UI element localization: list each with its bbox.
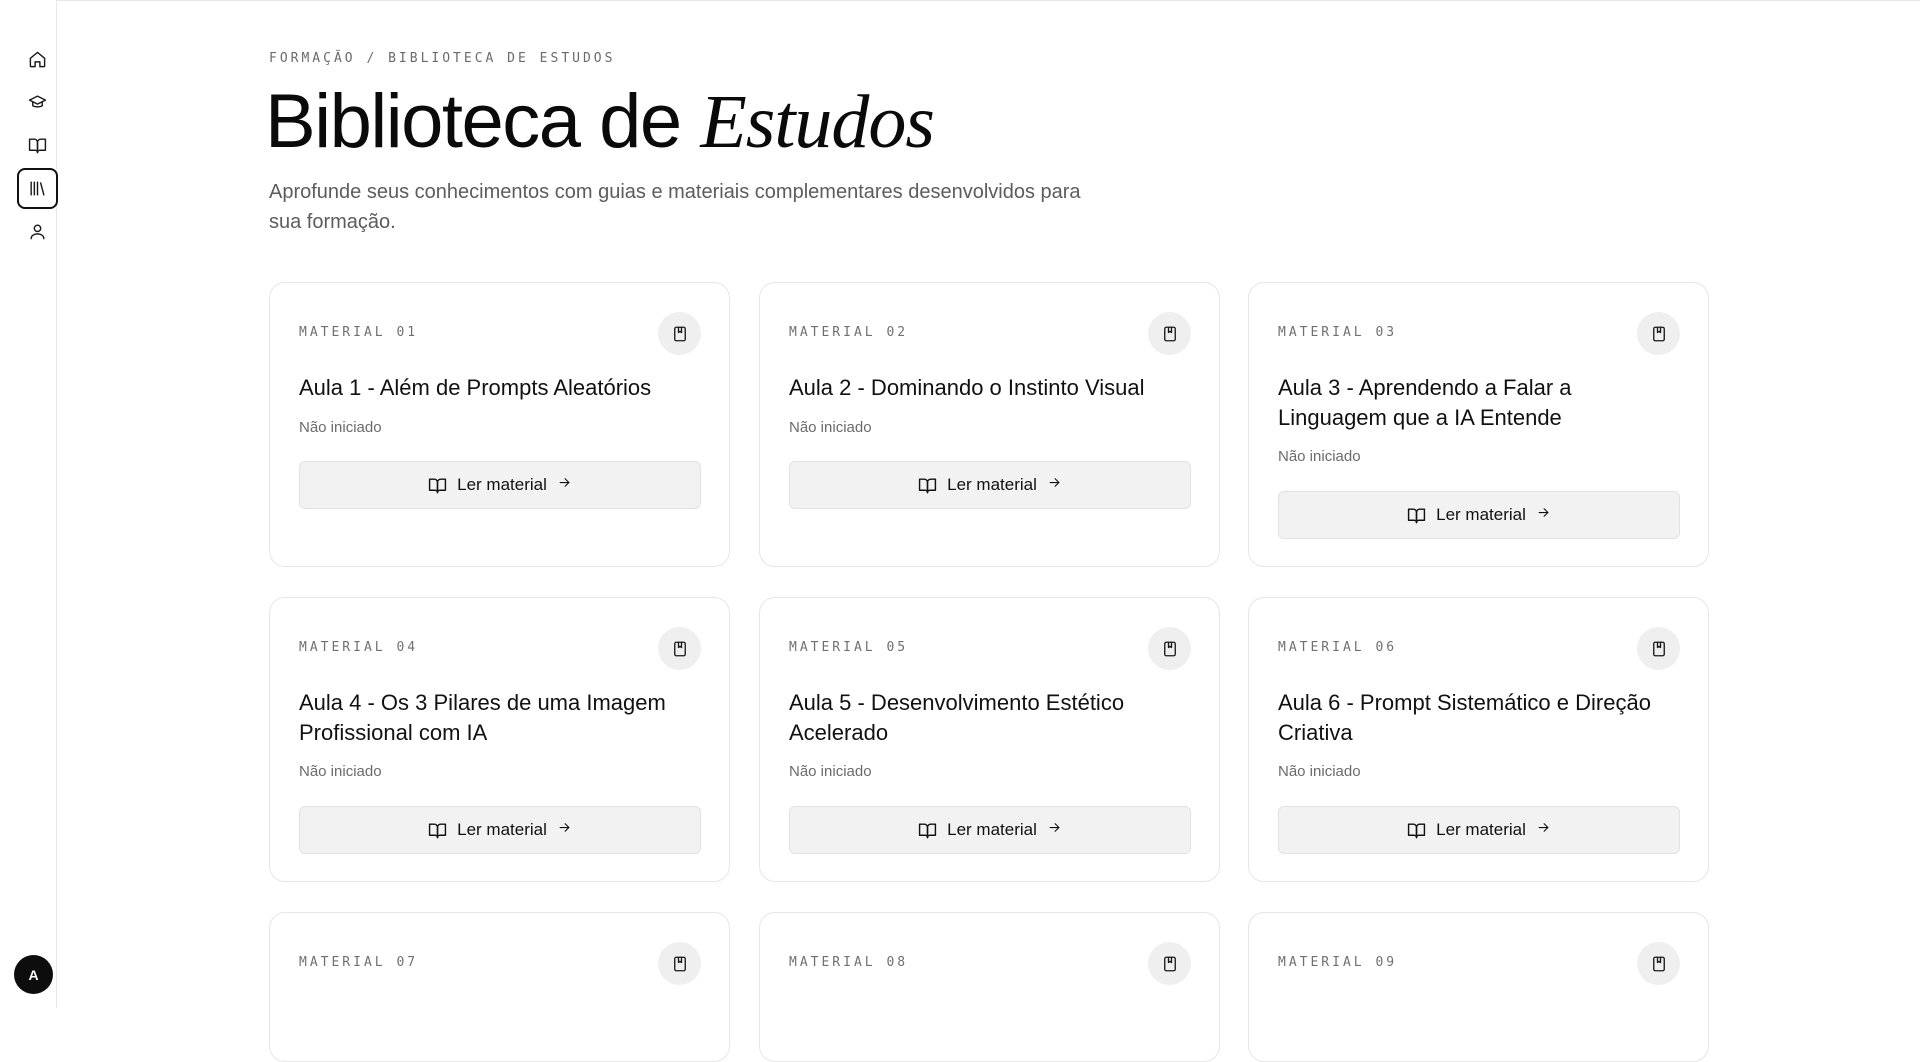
material-card-03: MATERIAL 03 Aula 3 - Aprendendo a Falar … [1248,282,1709,567]
read-material-label: Ler material [1436,505,1526,524]
book-open-icon [428,822,447,838]
read-material-label: Ler material [947,820,1037,839]
material-status: Não iniciado [1278,448,1361,465]
bookmark-button[interactable] [658,942,701,985]
material-label: MATERIAL 02 [789,325,909,340]
book-open-icon [918,822,937,838]
material-card-07: MATERIAL 07 [269,912,730,1062]
read-material-label: Ler material [457,820,547,839]
arrow-right-icon [1536,820,1551,840]
material-title: Aula 4 - Os 3 Pilares de uma Imagem Prof… [299,690,666,745]
bookmark-button[interactable] [1148,312,1191,355]
read-material-button[interactable]: Ler material [299,461,701,509]
bookmark-button[interactable] [1148,942,1191,985]
material-title: Aula 1 - Além de Prompts Aleatórios [299,375,652,400]
material-title: Aula 3 - Aprendendo a Falar a Linguagem … [1278,375,1572,430]
read-material-button[interactable]: Ler material [789,461,1191,509]
read-material-button[interactable]: Ler material [1278,806,1680,854]
read-material-label: Ler material [1436,820,1526,839]
book-open-icon [1407,507,1426,523]
read-material-label: Ler material [947,475,1037,494]
material-label: MATERIAL 01 [299,325,419,340]
arrow-right-icon [557,475,572,495]
bookmark-button[interactable] [658,627,701,670]
bookmark-icon [1163,641,1176,656]
bookmark-icon [1652,641,1665,656]
material-card-08: MATERIAL 08 [759,912,1220,1062]
material-status: Não iniciado [299,763,382,780]
material-card-01: MATERIAL 01 Aula 1 - Além de Prompts Ale… [269,282,730,567]
sidebar: A [0,0,58,1008]
material-status: Não iniciado [1278,763,1361,780]
sidebar-item-home[interactable] [17,39,58,80]
material-card-06: MATERIAL 06 Aula 6 - Prompt Sistemático … [1248,597,1709,882]
material-status: Não iniciado [789,419,872,436]
page-subtitle: Aprofunde seus conhecimentos com guias e… [269,181,1081,233]
read-material-button[interactable]: Ler material [1278,491,1680,539]
sidebar-item-profile[interactable] [17,211,58,252]
arrow-right-icon [1536,505,1551,525]
material-status: Não iniciado [299,419,382,436]
material-label: MATERIAL 03 [1278,325,1398,340]
material-title: Aula 2 - Dominando o Instinto Visual [789,375,1145,400]
material-label: MATERIAL 06 [1278,640,1398,655]
material-title: Aula 6 - Prompt Sistemático e Direção Cr… [1278,690,1651,745]
sidebar-item-library[interactable] [17,168,58,209]
book-open-icon [918,477,937,493]
material-label: MATERIAL 04 [299,640,419,655]
material-card-09: MATERIAL 09 [1248,912,1709,1062]
material-status: Não iniciado [789,763,872,780]
avatar[interactable]: A [14,955,53,994]
bookmark-icon [673,956,686,971]
material-title: Aula 5 - Desenvolvimento Estético Aceler… [789,690,1125,745]
sidebar-item-courses[interactable] [17,82,58,123]
bookmark-button[interactable] [1637,942,1680,985]
read-material-label: Ler material [457,475,547,494]
read-material-button[interactable]: Ler material [789,806,1191,854]
material-label: MATERIAL 07 [299,955,419,970]
bookmark-button[interactable] [1148,627,1191,670]
bookmark-icon [1163,326,1176,341]
user-icon [30,224,45,240]
read-material-button[interactable]: Ler material [299,806,701,854]
material-label: MATERIAL 08 [789,955,909,970]
material-card-04: MATERIAL 04 Aula 4 - Os 3 Pilares de uma… [269,597,730,882]
bookmark-icon [1652,326,1665,341]
bookmark-icon [1652,956,1665,971]
page-title-plain: Biblioteca de [265,79,682,164]
sidebar-item-lessons[interactable] [17,125,58,166]
bookmark-icon [673,326,686,341]
library-icon [30,181,45,196]
arrow-right-icon [1047,475,1062,495]
top-border [0,0,1920,1]
page-title-accent: Estudos [700,80,935,164]
arrow-right-icon [1047,820,1062,840]
bookmark-icon [1163,956,1176,971]
home-icon [29,51,46,68]
graduation-cap-icon [28,95,47,108]
material-card-05: MATERIAL 05 Aula 5 - Desenvolvimento Est… [759,597,1220,882]
material-label: MATERIAL 09 [1278,955,1398,970]
book-open-icon [1407,822,1426,838]
breadcrumb: FORMAÇÃO / BIBLIOTECA DE ESTUDOS [269,51,616,66]
bookmark-icon [673,641,686,656]
bookmark-button[interactable] [658,312,701,355]
material-card-02: MATERIAL 02 Aula 2 - Dominando o Instint… [759,282,1220,567]
material-label: MATERIAL 05 [789,640,909,655]
page-title: Biblioteca de Estudos [265,78,935,166]
bookmark-button[interactable] [1637,312,1680,355]
book-open-icon [428,477,447,493]
bookmark-button[interactable] [1637,627,1680,670]
arrow-right-icon [557,820,572,840]
book-open-icon [28,138,47,154]
